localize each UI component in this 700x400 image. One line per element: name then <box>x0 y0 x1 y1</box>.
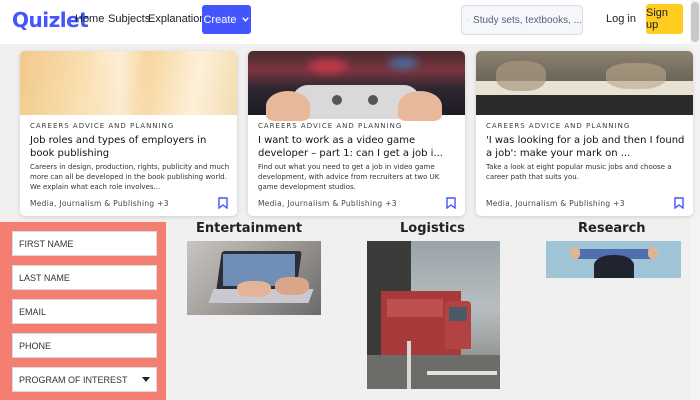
bookmark-icon[interactable] <box>446 197 456 209</box>
program-select[interactable]: PROGRAM OF INTEREST <box>12 367 157 392</box>
nav-subjects-link[interactable]: Subjects <box>108 13 150 25</box>
program-select-label: PROGRAM OF INTEREST <box>19 374 128 385</box>
logistics-image[interactable] <box>367 241 500 389</box>
create-button[interactable]: Create <box>202 5 251 34</box>
card-title[interactable]: Job roles and types of employers in book… <box>30 134 233 160</box>
card-title[interactable]: I want to work as a video game developer… <box>258 134 461 160</box>
article-card[interactable]: CAREERS ADVICE AND PLANNING I want to wo… <box>248 51 465 216</box>
dropdown-arrow-icon <box>142 377 150 382</box>
first-name-field[interactable]: FIRST NAME <box>12 231 157 256</box>
signup-button[interactable]: Sign up <box>646 4 683 34</box>
card-image-books <box>20 51 237 115</box>
search-input[interactable]: Study sets, textbooks, ... <box>461 5 583 35</box>
industry-title-logistics: Logistics <box>400 221 465 236</box>
bookmark-icon[interactable] <box>674 197 684 209</box>
card-category: CAREERS ADVICE AND PLANNING <box>30 122 175 130</box>
last-name-field[interactable]: LAST NAME <box>12 265 157 290</box>
card-description: Take a look at eight popular music jobs … <box>486 163 672 181</box>
search-placeholder: Study sets, textbooks, ... <box>473 14 582 26</box>
industry-title-entertainment: Entertainment <box>196 221 303 236</box>
card-category: CAREERS ADVICE AND PLANNING <box>258 122 403 130</box>
card-category: CAREERS ADVICE AND PLANNING <box>486 122 631 130</box>
email-field[interactable]: EMAIL <box>12 299 157 324</box>
article-card[interactable]: CAREERS ADVICE AND PLANNING 'I was looki… <box>476 51 693 216</box>
top-nav: Quizlet Home Subjects Explanations Creat… <box>0 0 700 44</box>
scrollbar-thumb[interactable] <box>691 2 699 42</box>
card-description: Careers in design, production, rights, p… <box>30 163 230 191</box>
enquiry-form: FIRST NAME LAST NAME EMAIL PHONE PROGRAM… <box>0 222 166 400</box>
card-tags: Media, Journalism & Publishing +3 <box>258 199 397 208</box>
card-tags: Media, Journalism & Publishing +3 <box>30 199 169 208</box>
phone-field[interactable]: PHONE <box>12 333 157 358</box>
entertainment-image[interactable] <box>187 241 321 315</box>
industry-title-research: Research <box>578 221 646 236</box>
card-image-gamepad <box>248 51 465 121</box>
login-link[interactable]: Log in <box>606 13 636 25</box>
article-card[interactable]: CAREERS ADVICE AND PLANNING Job roles an… <box>20 51 237 216</box>
create-label: Create <box>203 13 237 26</box>
card-description: Find out what you need to get a job in v… <box>258 163 440 191</box>
bookmark-icon[interactable] <box>218 197 228 209</box>
research-image[interactable] <box>546 241 681 278</box>
search-icon <box>468 19 470 21</box>
card-tags: Media, Journalism & Publishing +3 <box>486 199 625 208</box>
card-title[interactable]: 'I was looking for a job and then I foun… <box>486 134 689 160</box>
card-image-music <box>476 51 693 115</box>
chevron-down-icon <box>241 17 249 22</box>
nav-home-link[interactable]: Home <box>75 13 104 25</box>
